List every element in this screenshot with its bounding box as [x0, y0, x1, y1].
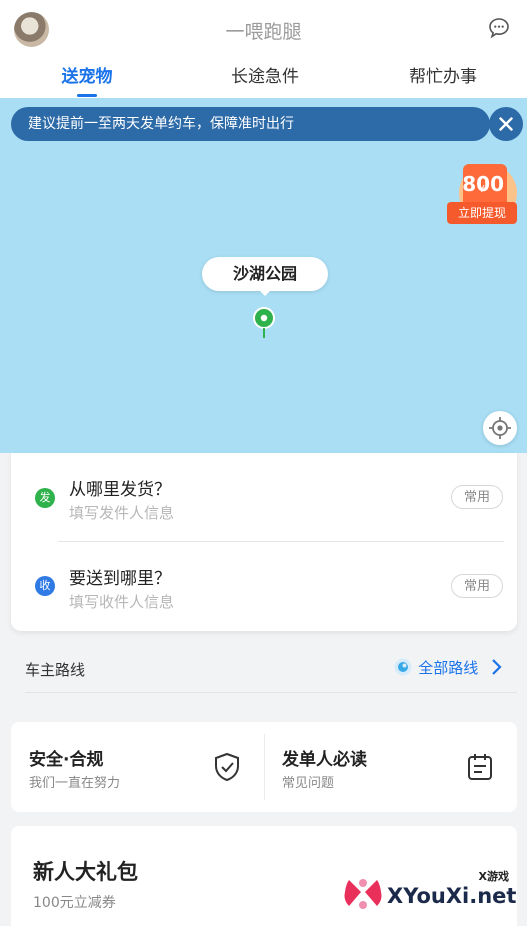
safety-subtitle: 我们一直在努力 [29, 776, 121, 791]
gift-title: 新人大礼包 [33, 860, 138, 884]
cash-coupon[interactable]: ¥ 800 立即提现 [447, 164, 517, 224]
notice-text: 建议提前一至两天发单约车，保障准时出行 [28, 116, 294, 132]
coupon-cta[interactable]: 立即提现 [447, 202, 517, 224]
shield-check-icon [215, 752, 239, 782]
calendar-list-icon [468, 754, 492, 780]
chat-bubble-icon[interactable] [487, 16, 511, 40]
watermark-brand: XYouXi.net [387, 884, 517, 908]
place-label[interactable]: 沙湖公园 [202, 257, 328, 296]
to-badge: 收 [35, 576, 55, 596]
routes-label: 车主路线 [25, 661, 86, 679]
sender-guide-tile[interactable]: 发单人必读 常见问题 [264, 722, 517, 812]
new-user-gift-card[interactable]: 新人大礼包 100元立减券 X游戏 XYouXi.net [11, 826, 517, 926]
from-badge: 发 [35, 488, 55, 508]
gamepad-logo-icon [344, 879, 382, 909]
driver-routes-bar: 车主路线 全部路线 [11, 643, 517, 693]
site-watermark: X游戏 XYouXi.net [341, 868, 516, 920]
from-frequent-button[interactable]: 常用 [451, 485, 503, 509]
gift-subtitle: 100元立减券 [33, 895, 116, 911]
to-frequent-button[interactable]: 常用 [451, 574, 503, 598]
active-tab-indicator [77, 94, 97, 97]
close-icon[interactable] [489, 107, 523, 141]
to-address-row[interactable]: 收 要送到哪里？ 填写收件人信息 常用 [11, 542, 517, 630]
tab-long-distance[interactable]: 长途急件 [205, 62, 325, 87]
watermark-small-text: X游戏 [478, 870, 509, 883]
tab-pet-delivery[interactable]: 送宠物 [27, 62, 147, 87]
tab-errands[interactable]: 帮忙办事 [383, 62, 503, 87]
safety-compliance-tile[interactable]: 安全·合规 我们一直在努力 [11, 722, 264, 812]
locate-icon[interactable] [483, 411, 517, 445]
address-card: 发 从哪里发货？ 填写发件人信息 常用 收 要送到哪里？ 填写收件人信息 常用 [11, 453, 517, 631]
divider [25, 692, 517, 693]
top-tabs: 送宠物 长途急件 帮忙办事 [0, 58, 527, 98]
map-view[interactable]: 建议提前一至两天发单约车，保障准时出行 ¥ 800 立即提现 沙湖公园 [0, 98, 527, 453]
from-title: 从哪里发货？ [69, 480, 171, 500]
notice-banner: 建议提前一至两天发单约车，保障准时出行 [11, 107, 490, 141]
map-pin-icon [253, 307, 275, 338]
to-title: 要送到哪里？ [69, 569, 171, 589]
info-card: 安全·合规 我们一直在努力 发单人必读 常见问题 [11, 722, 517, 812]
from-subtitle: 填写发件人信息 [69, 504, 175, 522]
coupon-amount: 800 [462, 172, 504, 196]
page-title: 一喂跑腿 [225, 21, 302, 43]
route-globe-icon [394, 658, 412, 676]
from-address-row[interactable]: 发 从哪里发货？ 填写发件人信息 常用 [11, 453, 517, 541]
all-routes-label: 全部路线 [418, 659, 479, 677]
guide-subtitle: 常见问题 [282, 776, 335, 791]
all-routes-link[interactable]: 全部路线 [393, 657, 503, 679]
safety-title: 安全·合规 [29, 750, 104, 770]
to-subtitle: 填写收件人信息 [69, 593, 175, 611]
chevron-right-icon [492, 659, 502, 675]
app-header: 一喂跑腿 送宠物 长途急件 帮忙办事 [0, 0, 527, 98]
guide-title: 发单人必读 [282, 750, 367, 770]
